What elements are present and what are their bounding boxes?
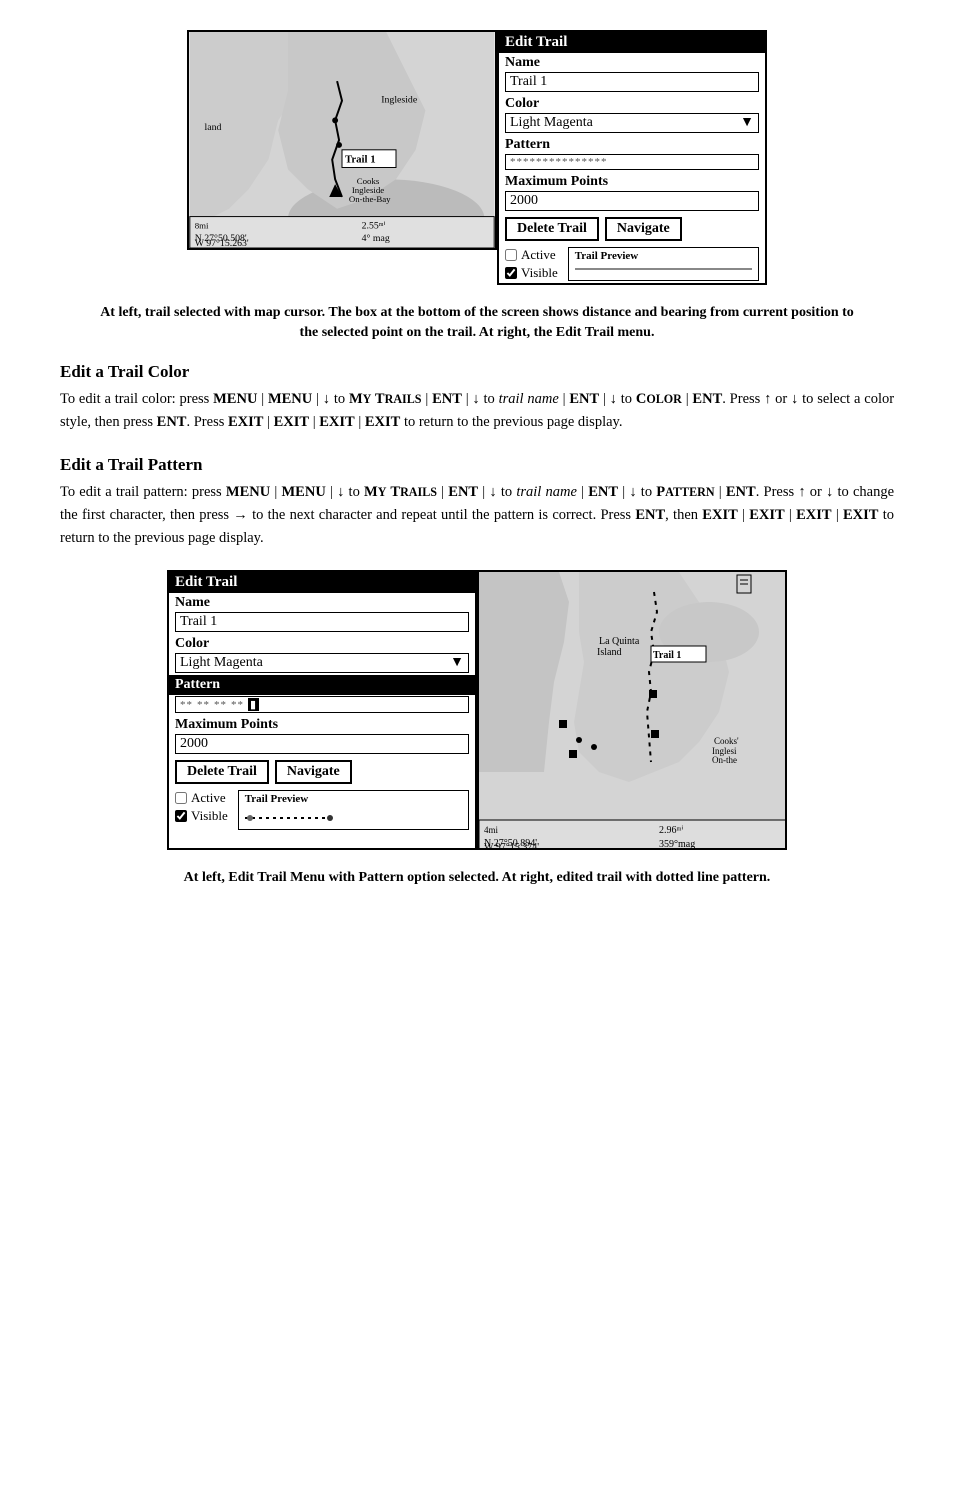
section1-body: To edit a trail color: press MENU | MENU…: [60, 388, 894, 434]
svg-text:Island: Island: [597, 647, 621, 658]
bottom-name-label: Name: [169, 593, 475, 611]
color-value[interactable]: Light Magenta ▼: [505, 113, 759, 133]
bottom-visible-checkbox[interactable]: [175, 810, 187, 822]
name-value[interactable]: Trail 1: [505, 72, 759, 92]
visible-row: Visible: [505, 265, 558, 281]
panel-buttons: Delete Trail Navigate: [499, 213, 765, 245]
bottom-illustration: Edit Trail Name Trail 1 Color Light Mage…: [60, 570, 894, 850]
bottom-active-label: Active: [191, 790, 226, 806]
bottom-panel-buttons: Delete Trail Navigate: [169, 756, 475, 788]
bottom-name-value[interactable]: Trail 1: [175, 612, 469, 632]
svg-text:4mi: 4mi: [484, 825, 499, 835]
visible-label: Visible: [521, 265, 558, 281]
bottom-color-value[interactable]: Light Magenta ▼: [175, 653, 469, 673]
bottom-trail-preview-title: Trail Preview: [245, 793, 462, 805]
top-caption: At left, trail selected with map cursor.…: [60, 303, 894, 342]
max-points-label: Maximum Points: [499, 172, 765, 190]
bottom-dropdown-arrow-icon: ▼: [450, 655, 464, 671]
svg-text:Ingleside: Ingleside: [381, 95, 418, 106]
svg-text:land: land: [205, 122, 222, 133]
active-label: Active: [521, 247, 556, 263]
svg-text:Trail 1: Trail 1: [653, 650, 681, 661]
bottom-active-checkbox[interactable]: [175, 792, 187, 804]
svg-text:2.96ᵐⁱ: 2.96ᵐⁱ: [659, 825, 683, 836]
bottom-color-label: Color: [169, 634, 475, 652]
bottom-panel-title: Edit Trail: [169, 572, 475, 593]
name-label: Name: [499, 53, 765, 71]
svg-text:La Quinta: La Quinta: [599, 636, 640, 647]
section2-body: To edit a trail pattern: press MENU | ME…: [60, 481, 894, 551]
bottom-delete-trail-button[interactable]: Delete Trail: [175, 760, 269, 784]
svg-text:2.55ᵐⁱ: 2.55ᵐⁱ: [362, 220, 386, 231]
top-edit-trail-panel: Edit Trail Name Trail 1 Color Light Mage…: [497, 30, 767, 285]
delete-trail-button[interactable]: Delete Trail: [505, 217, 599, 241]
active-checkbox[interactable]: [505, 249, 517, 261]
bottom-visible-label: Visible: [191, 808, 228, 824]
trail-preview-line: [575, 268, 752, 270]
svg-text:4° mag: 4° mag: [362, 233, 390, 244]
bottom-max-points-label: Maximum Points: [169, 715, 475, 733]
svg-text:On-the-Bay: On-the-Bay: [349, 194, 391, 204]
bottom-active-row: Active: [175, 790, 228, 806]
trail-preview-title: Trail Preview: [575, 250, 752, 262]
panel-bottom: Active Visible Trail Preview: [499, 245, 765, 283]
bottom-edit-trail-panel: Edit Trail Name Trail 1 Color Light Mage…: [167, 570, 477, 850]
panel-title: Edit Trail: [499, 32, 765, 53]
visible-checkbox[interactable]: [505, 267, 517, 279]
max-points-value[interactable]: 2000: [505, 191, 759, 211]
bottom-pattern-value[interactable]: ** ** ** ** ▮: [175, 696, 469, 713]
navigate-button[interactable]: Navigate: [605, 217, 682, 241]
bottom-checkboxes: Active Visible: [175, 790, 228, 830]
bottom-navigate-button[interactable]: Navigate: [275, 760, 352, 784]
svg-text:W 97°15.374': W 97°15.374': [484, 842, 539, 850]
bottom-caption: At left, Edit Trail Menu with Pattern op…: [60, 868, 894, 888]
bottom-trail-preview-box: Trail Preview: [238, 790, 469, 830]
active-row: Active: [505, 247, 558, 263]
bottom-visible-row: Visible: [175, 808, 228, 824]
top-map-panel: Trail 1 Ingleside land Cooks Ingleside O…: [187, 30, 497, 250]
section2-header: Edit a Trail Pattern: [60, 455, 894, 475]
color-label: Color: [499, 94, 765, 112]
svg-text:Cooks': Cooks': [714, 736, 739, 746]
svg-text:8mi: 8mi: [195, 220, 209, 230]
dropdown-arrow-icon: ▼: [740, 115, 754, 131]
pattern-label: Pattern: [499, 135, 765, 153]
bottom-panel-bottom: Active Visible Trail Preview: [169, 788, 475, 832]
bottom-right-map-panel: La Quinta Island Trail 1 Cooks' Inglesi …: [477, 570, 787, 850]
section1-header: Edit a Trail Color: [60, 362, 894, 382]
svg-text:359°mag: 359°mag: [659, 839, 695, 850]
svg-text:On-the: On-the: [712, 755, 737, 765]
top-illustration: Trail 1 Ingleside land Cooks Ingleside O…: [60, 30, 894, 285]
bottom-pattern-label: Pattern: [169, 675, 475, 695]
svg-text:W 97°15.263': W 97°15.263': [195, 238, 249, 248]
trail-preview-box: Trail Preview: [568, 247, 759, 281]
svg-text:Trail 1: Trail 1: [345, 154, 376, 166]
pattern-value[interactable]: ***************: [505, 154, 759, 170]
bottom-max-points-value[interactable]: 2000: [175, 734, 469, 754]
checkboxes: Active Visible: [505, 247, 558, 281]
